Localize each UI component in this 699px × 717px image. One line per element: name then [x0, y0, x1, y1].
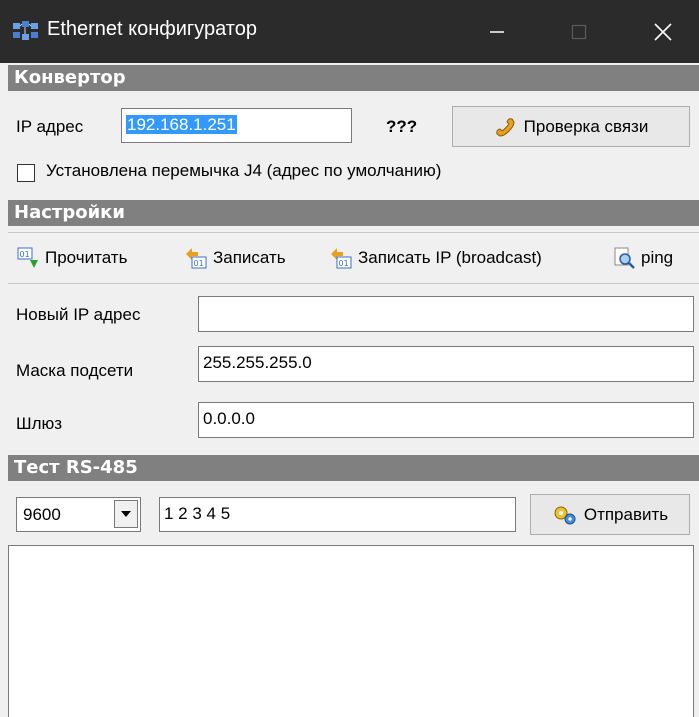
gateway-input[interactable]: 0.0.0.0 [198, 402, 694, 438]
toolbar-top-divider [8, 232, 699, 233]
ip-address-input[interactable]: 192.168.1.251 [121, 108, 352, 143]
jumper-checkbox[interactable] [17, 164, 35, 182]
toolbar-bottom-divider [8, 283, 699, 284]
new-ip-label: Новый IP адрес [16, 305, 141, 324]
send-label: Отправить [583, 504, 669, 524]
new-ip-input[interactable] [198, 296, 694, 332]
minimize-button[interactable] [462, 0, 532, 63]
section-header-converter: Конвертор [8, 65, 699, 91]
ip-address-value: 192.168.1.251 [126, 115, 237, 134]
write-ip-icon: 01 [331, 248, 352, 269]
ping-button[interactable]: ping [612, 246, 673, 270]
phone-icon [495, 117, 515, 137]
read-button[interactable]: 01 Прочитать [16, 246, 127, 270]
svg-text:01: 01 [339, 259, 349, 268]
maximize-button[interactable] [544, 0, 614, 63]
ping-label: ping [641, 248, 674, 267]
write-icon: 01 [186, 248, 207, 269]
section-header-rs485: Тест RS-485 [8, 455, 699, 481]
subnet-mask-label: Маска подсети [16, 361, 134, 380]
chevron-down-icon [121, 511, 131, 517]
svg-text:01: 01 [194, 259, 204, 268]
gears-icon [554, 506, 576, 524]
subnet-mask-input[interactable]: 255.255.255.0 [198, 346, 694, 382]
maximize-icon [571, 24, 587, 39]
rs485-output-area[interactable] [8, 545, 694, 717]
window-title: Ethernet конфигуратор [47, 18, 257, 40]
gateway-label: Шлюз [16, 414, 63, 433]
baud-rate-value: 9600 [23, 504, 61, 524]
close-icon [654, 22, 672, 41]
title-bar: Ethernet конфигуратор [0, 0, 699, 63]
read-icon: 01 [17, 247, 38, 268]
connection-status: ??? [386, 117, 418, 136]
network-app-icon [12, 20, 40, 42]
write-ip-broadcast-button[interactable]: 01 Записать IP (broadcast) [329, 246, 542, 270]
ping-icon [614, 247, 635, 269]
baud-rate-select[interactable]: 9600 [16, 497, 141, 532]
svg-text:01: 01 [20, 250, 30, 259]
close-button[interactable] [628, 0, 698, 63]
section-header-settings: Настройки [8, 200, 699, 226]
write-button[interactable]: 01 Записать [184, 246, 286, 270]
write-ip-label: Записать IP (broadcast) [358, 248, 542, 267]
read-label: Прочитать [45, 248, 128, 267]
check-connection-button[interactable]: Проверка связи [452, 106, 690, 147]
send-button[interactable]: Отправить [530, 494, 690, 535]
dropdown-arrow-button[interactable] [114, 500, 138, 528]
check-connection-label: Проверка связи [523, 116, 649, 136]
minimize-icon [490, 30, 504, 33]
write-label: Записать [213, 248, 286, 267]
rs485-message-input[interactable]: 1 2 3 4 5 [159, 497, 516, 532]
jumper-label: Установлена перемычка J4 (адрес по умолч… [46, 161, 442, 180]
ip-address-label: IP адрес [16, 117, 84, 136]
